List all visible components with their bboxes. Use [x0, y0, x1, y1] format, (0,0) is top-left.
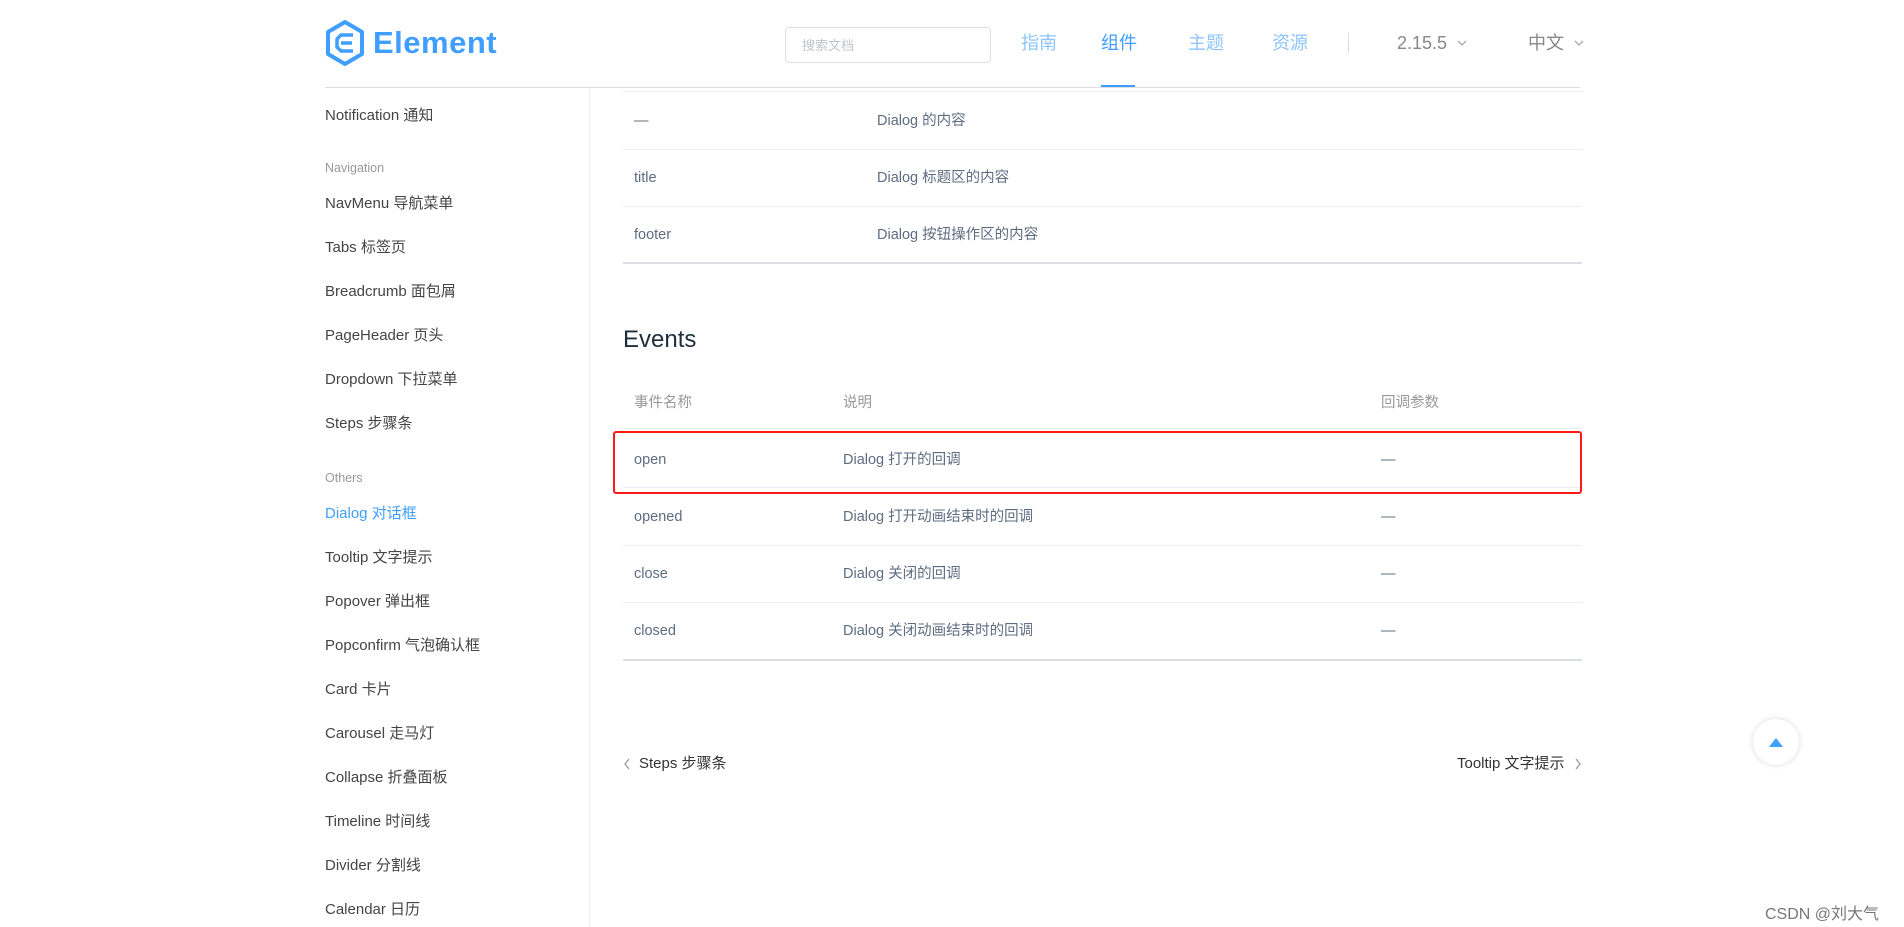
sidebar-item-timeline[interactable]: Timeline 时间线 [325, 812, 430, 832]
sidebar-item-popover[interactable]: Popover 弹出框 [325, 592, 430, 612]
page: Element 指南 组件 主题 资源 2.15.5 中文 Notificati… [0, 0, 1904, 927]
event-desc: Dialog 关闭动画结束时的回调 [843, 623, 1034, 639]
language-label: 中文 [1528, 33, 1564, 53]
table-divider [623, 206, 1582, 207]
sidebar-divider [589, 88, 590, 927]
table-divider [623, 149, 1582, 150]
chevron-down-icon [1457, 40, 1467, 46]
sidebar-item-tooltip[interactable]: Tooltip 文字提示 [325, 548, 433, 568]
back-to-top-button[interactable] [1753, 719, 1799, 765]
nav-theme[interactable]: 主题 [1188, 30, 1224, 56]
sidebar-item-pageheader[interactable]: PageHeader 页头 [325, 326, 443, 346]
sidebar-group-others: Others [325, 471, 363, 485]
event-params: — [1381, 509, 1396, 525]
sidebar-item-collapse[interactable]: Collapse 折叠面板 [325, 768, 448, 788]
event-desc: Dialog 打开动画结束时的回调 [843, 509, 1034, 525]
event-name-close: close [634, 566, 668, 582]
sidebar-item-notification[interactable]: Notification 通知 [325, 106, 433, 126]
event-params: — [1381, 566, 1396, 582]
language-dropdown[interactable]: 中文 [1528, 30, 1584, 56]
sidebar-item-calendar[interactable]: Calendar 日历 [325, 900, 420, 920]
sidebar [0, 88, 590, 927]
events-header-name: 事件名称 [634, 395, 692, 411]
chevron-left-icon [624, 758, 630, 770]
chevron-down-icon [1574, 40, 1584, 46]
nav-divider [1348, 33, 1349, 53]
table-cell: Dialog 标题区的内容 [877, 170, 1010, 186]
sidebar-item-dialog[interactable]: Dialog 对话框 [325, 504, 417, 524]
version-label: 2.15.5 [1397, 33, 1448, 53]
version-dropdown[interactable]: 2.15.5 [1397, 30, 1467, 56]
table-divider [623, 428, 1582, 429]
events-header-params: 回调参数 [1381, 395, 1439, 411]
sidebar-item-dropdown[interactable]: Dropdown 下拉菜单 [325, 370, 458, 390]
table-divider [623, 91, 1582, 92]
event-desc: Dialog 关闭的回调 [843, 566, 961, 582]
table-cell: title [634, 170, 657, 186]
nav-components[interactable]: 组件 [1101, 30, 1137, 56]
table-cell: — [634, 113, 649, 129]
sidebar-item-steps[interactable]: Steps 步骤条 [325, 414, 413, 434]
sidebar-item-carousel[interactable]: Carousel 走马灯 [325, 724, 434, 744]
table-cell: Dialog 的内容 [877, 113, 966, 129]
events-header-desc: 说明 [843, 395, 872, 411]
top-header: Element 指南 组件 主题 资源 2.15.5 中文 [0, 0, 1904, 88]
event-name-closed: closed [634, 623, 676, 639]
event-params: — [1381, 623, 1396, 639]
table-divider [623, 545, 1582, 546]
sidebar-item-breadcrumb[interactable]: Breadcrumb 面包屑 [325, 282, 456, 302]
table-cell: footer [634, 227, 672, 243]
caret-up-icon [1769, 737, 1783, 747]
highlight-annotation-box [613, 431, 1582, 494]
next-page-link[interactable]: Tooltip 文字提示 [1457, 754, 1582, 774]
sidebar-item-divider[interactable]: Divider 分割线 [325, 856, 421, 876]
element-logo[interactable]: Element [325, 20, 497, 66]
element-logo-icon [326, 20, 364, 66]
sidebar-item-navmenu[interactable]: NavMenu 导航菜单 [325, 194, 453, 214]
table-bottom-border [623, 659, 1582, 661]
table-bottom-border [623, 262, 1582, 264]
table-divider [623, 602, 1582, 603]
prev-page-label: Steps 步骤条 [639, 755, 727, 772]
nav-resources[interactable]: 资源 [1272, 30, 1308, 56]
sidebar-item-tabs[interactable]: Tabs 标签页 [325, 238, 406, 258]
prev-page-link[interactable]: Steps 步骤条 [623, 754, 727, 774]
table-cell: Dialog 按钮操作区的内容 [877, 227, 1039, 243]
sidebar-item-popconfirm[interactable]: Popconfirm 气泡确认框 [325, 636, 480, 656]
chevron-right-icon [1575, 758, 1581, 770]
event-name-opened: opened [634, 509, 683, 525]
sidebar-group-navigation: Navigation [325, 161, 385, 175]
next-page-label: Tooltip 文字提示 [1457, 755, 1565, 772]
events-heading: Events [623, 326, 697, 353]
logo-text: Element [373, 25, 498, 60]
sidebar-item-card[interactable]: Card 卡片 [325, 680, 392, 700]
nav-guide[interactable]: 指南 [1021, 30, 1057, 56]
watermark-text: CSDN @刘大气 [1765, 906, 1880, 923]
search-input[interactable] [785, 27, 991, 63]
